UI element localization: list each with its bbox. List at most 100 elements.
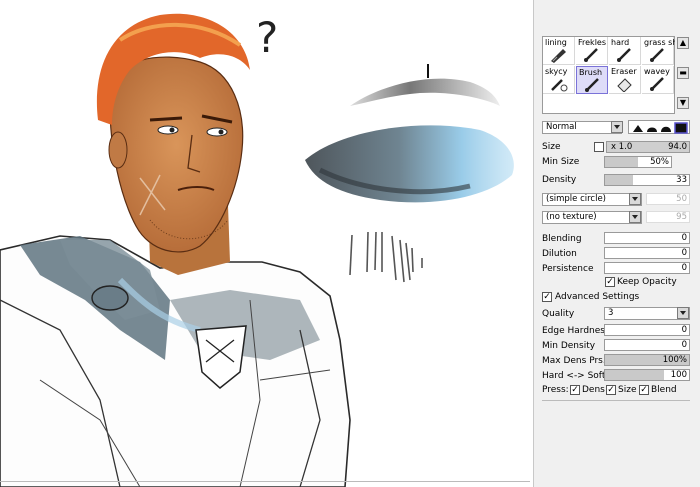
brush-icon — [650, 77, 664, 91]
blending-value: 0 — [681, 233, 687, 243]
density-label: Density — [542, 175, 577, 185]
brush-slot-brush[interactable]: Brush — [576, 66, 608, 94]
press-blend-label: Blend — [651, 385, 677, 395]
brush-slot-grass[interactable]: grass sha — [642, 37, 675, 65]
hard-soft-value: 100 — [670, 370, 687, 380]
airbrush-icon — [551, 79, 568, 92]
blend-mode-select[interactable]: Normal — [542, 121, 622, 134]
min-density-value: 0 — [681, 340, 687, 350]
panel-divider — [542, 400, 690, 404]
blending-label: Blending — [542, 234, 582, 244]
checkmark-icon: ✓ — [606, 277, 614, 287]
persistence-slider[interactable]: 0 — [604, 262, 690, 274]
texture-strength-value: 95 — [676, 212, 687, 222]
advanced-settings-label: Advanced Settings — [555, 292, 640, 302]
size-toggle-checkbox[interactable] — [594, 142, 604, 152]
brush-slot-label: Eraser — [611, 67, 637, 76]
press-label: Press: — [542, 385, 569, 395]
eraser-icon — [617, 78, 632, 92]
menu-icon: ▬ — [679, 68, 687, 77]
blending-slider[interactable]: 0 — [604, 232, 690, 244]
brush-slot-label: skycy — [545, 67, 568, 76]
texture-select[interactable]: (no texture) — [542, 211, 642, 224]
brush-shape-selector — [628, 120, 690, 134]
texture-strength-field: 95 — [646, 211, 690, 223]
shape-strength-value: 50 — [676, 194, 687, 204]
brush-shape-dropdown-button[interactable] — [629, 193, 641, 205]
shape-strength-field: 50 — [646, 193, 690, 205]
dilution-slider[interactable]: 0 — [604, 247, 690, 259]
checkmark-icon: ✓ — [607, 385, 615, 395]
dilution-label: Dilution — [542, 249, 577, 259]
size-value: 94.0 — [668, 142, 687, 152]
press-blend-checkbox[interactable]: ✓ — [639, 385, 649, 395]
scroll-down-button[interactable]: ▼ — [677, 97, 689, 109]
press-dens-checkbox[interactable]: ✓ — [570, 385, 580, 395]
checkmark-icon: ✓ — [640, 385, 648, 395]
brush-slot-skycy[interactable]: skycy — [543, 66, 575, 94]
brush-icon — [584, 48, 598, 62]
texture-value: (no texture) — [546, 212, 597, 222]
max-dens-prs-label: Max Dens Prs. — [542, 356, 606, 366]
min-density-label: Min Density — [542, 341, 596, 351]
press-dens-label: Dens — [582, 385, 605, 395]
max-dens-prs-slider[interactable]: 100% — [604, 354, 690, 366]
question-mark: ? — [256, 13, 278, 62]
brush-shape-value: (simple circle) — [546, 194, 606, 204]
brush-slot-label: Brush — [579, 68, 603, 77]
dilution-value: 0 — [681, 248, 687, 258]
density-fill — [605, 175, 633, 185]
arrow-down-icon: ▼ — [679, 98, 687, 107]
grid-menu-button[interactable]: ▬ — [677, 67, 689, 79]
density-value: 33 — [676, 175, 687, 185]
press-size-checkbox[interactable]: ✓ — [606, 385, 616, 395]
edge-hardness-value: 0 — [681, 325, 687, 335]
texture-dropdown-button[interactable] — [629, 211, 641, 223]
hard-soft-fill — [605, 370, 664, 380]
persistence-value: 0 — [681, 263, 687, 273]
size-multiplier: x 1.0 — [611, 142, 633, 152]
advanced-settings-checkbox[interactable]: ✓ — [542, 292, 552, 302]
brush-slot-lining[interactable]: lining — [543, 37, 575, 65]
keep-opacity-checkbox[interactable]: ✓ — [605, 277, 615, 287]
brush-shape-icons — [633, 122, 688, 134]
brush-slot-label: grass sha — [644, 38, 675, 47]
hard-soft-slider[interactable]: 100 — [604, 369, 690, 381]
scroll-up-button[interactable]: ▲ — [677, 37, 689, 49]
persistence-label: Persistence — [542, 264, 594, 274]
brush-slot-label: Frekles — [578, 38, 606, 47]
pen-icon — [551, 49, 566, 63]
min-size-value: 50% — [650, 157, 669, 167]
keep-opacity-label: Keep Opacity — [617, 277, 677, 287]
size-label: Size — [542, 142, 561, 152]
min-density-slider[interactable]: 0 — [604, 339, 690, 351]
drawing-canvas[interactable]: ? — [0, 0, 530, 487]
brush-slot-label: lining — [545, 38, 567, 47]
min-size-slider[interactable]: 50% — [604, 156, 672, 168]
quality-dropdown-button[interactable] — [677, 307, 689, 319]
min-size-fill — [605, 157, 638, 167]
painting-artwork: ? — [0, 13, 514, 487]
brush-panel: lining Frekles hard grass sha skycy Brus… — [533, 0, 700, 487]
brush-slot-label: hard — [611, 38, 630, 47]
size-slider[interactable]: x 1.0 94.0 — [606, 141, 690, 153]
brush-slot-hard[interactable]: hard — [609, 37, 641, 65]
blend-mode-dropdown-button[interactable] — [611, 121, 623, 133]
brush-slot-frekles[interactable]: Frekles — [576, 37, 608, 65]
canvas-edge — [0, 481, 530, 482]
brush-shape-select[interactable]: (simple circle) — [542, 193, 642, 206]
density-slider[interactable]: 33 — [604, 174, 690, 186]
edge-hardness-slider[interactable]: 0 — [604, 324, 690, 336]
brush-grid: lining Frekles hard grass sha skycy Brus… — [542, 36, 675, 114]
brush-slot-wavey[interactable]: wavey — [642, 66, 674, 94]
blend-mode-value: Normal — [546, 122, 577, 132]
arrow-up-icon: ▲ — [679, 38, 687, 47]
brush-slot-eraser[interactable]: Eraser — [609, 66, 641, 94]
brush-icon — [617, 48, 631, 62]
quality-value: 3 — [608, 308, 614, 318]
hard-soft-label: Hard <-> Soft — [542, 371, 606, 381]
edge-hardness-label: Edge Hardness — [542, 326, 610, 336]
brush-icon — [585, 78, 599, 92]
checkmark-icon: ✓ — [543, 292, 551, 302]
quality-label: Quality — [542, 309, 575, 319]
